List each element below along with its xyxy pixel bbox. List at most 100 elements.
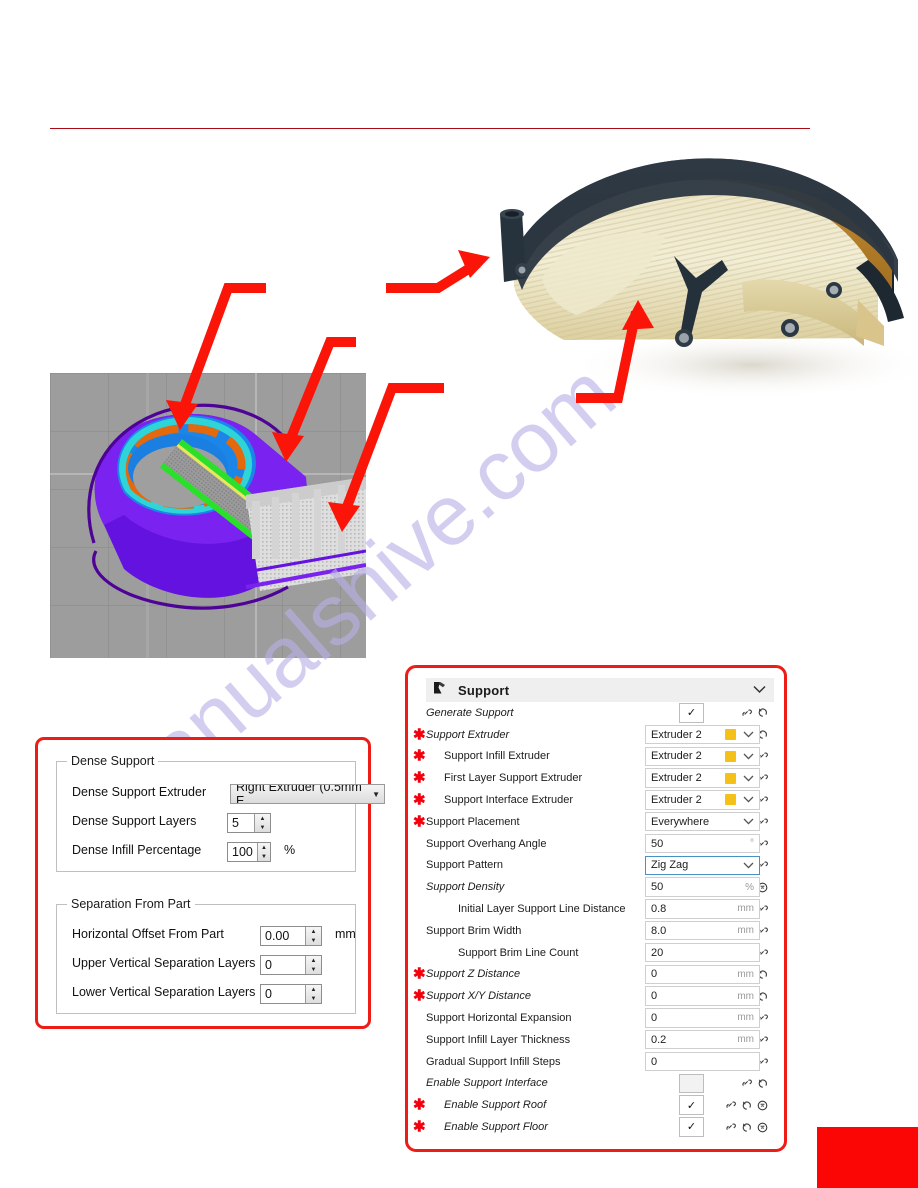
support-setting-label: Support Overhang Angle <box>426 837 547 850</box>
dense-support-group-title: Dense Support <box>67 754 159 768</box>
stepper-up-icon[interactable]: ▲ <box>258 843 270 852</box>
dense-support-extruder-combo[interactable]: Right Extruder (0.5mm E ▼ <box>230 784 385 804</box>
setting-value-field[interactable]: 0 mm <box>645 986 760 1006</box>
chevron-down-icon[interactable] <box>743 796 754 803</box>
stepper-buttons[interactable]: ▲ ▼ <box>256 843 270 861</box>
chevron-down-icon[interactable] <box>743 818 754 825</box>
dense-support-layers-stepper[interactable]: 5 ▲ ▼ <box>227 813 271 833</box>
stepper-up-icon[interactable]: ▲ <box>306 985 321 994</box>
setting-dropdown[interactable]: Extruder 2 <box>645 790 760 810</box>
setting-value-text: 0.8 <box>651 902 667 915</box>
stepper-buttons[interactable]: ▲ ▼ <box>305 956 321 974</box>
setting-dropdown[interactable]: Extruder 2 <box>645 768 760 788</box>
extruder-color-swatch <box>725 750 736 762</box>
lower-vertical-separation-stepper[interactable]: 0 ▲ ▼ <box>260 984 322 1004</box>
modified-marker-icon: ✱ <box>413 813 426 831</box>
setting-value-field[interactable]: 0.2 mm <box>645 1029 760 1050</box>
support-setting-row: Support Brim Line Count 20 <box>426 942 774 964</box>
setting-value-field[interactable]: 0 mm <box>645 1008 760 1028</box>
dense-infill-percentage-value[interactable]: 100 <box>228 843 257 861</box>
setting-checkbox[interactable]: ✓ <box>679 1117 704 1137</box>
calculator-icon[interactable] <box>757 1100 768 1111</box>
revert-icon[interactable] <box>741 1100 752 1111</box>
extruder-color-swatch <box>725 729 736 741</box>
support-setting-label: Gradual Support Infill Steps <box>426 1055 561 1068</box>
chevron-down-icon[interactable] <box>753 681 766 699</box>
stepper-down-icon[interactable]: ▼ <box>258 852 270 861</box>
chevron-down-icon[interactable] <box>743 775 754 782</box>
support-setting-row: ✱ Support Z Distance 0 mm <box>413 964 774 986</box>
upper-vertical-separation-row: Upper Vertical Separation Layers <box>72 956 255 970</box>
printed-part-illustration <box>500 158 918 399</box>
upper-vertical-separation-value[interactable]: 0 <box>261 956 305 974</box>
dense-infill-percentage-row: Dense Infill Percentage <box>72 843 201 857</box>
chevron-down-icon[interactable] <box>743 731 754 738</box>
support-section-title: Support <box>458 682 510 698</box>
setting-dropdown[interactable]: Extruder 2 <box>645 724 760 745</box>
modified-marker-icon: ✱ <box>413 769 426 787</box>
stepper-up-icon[interactable]: ▲ <box>306 956 321 965</box>
setting-value-text: 0 <box>651 1055 658 1068</box>
stepper-buttons[interactable]: ▲ ▼ <box>254 814 270 832</box>
setting-value-field[interactable]: 50 ° <box>645 833 760 854</box>
stepper-buttons[interactable]: ▲ ▼ <box>305 985 321 1003</box>
support-setting-label: Support Extruder <box>426 728 510 741</box>
revert-icon[interactable] <box>757 707 768 718</box>
setting-unit: mm <box>737 903 754 915</box>
setting-value-field[interactable]: 0 mm <box>645 964 760 985</box>
setting-value-text: Extruder 2 <box>651 750 702 763</box>
support-section-header[interactable]: Support <box>426 678 774 702</box>
setting-value-field[interactable]: 0.8 mm <box>645 899 760 919</box>
setting-icons <box>725 1122 774 1133</box>
setting-value-field[interactable]: 0 <box>645 1051 760 1072</box>
stepper-up-icon[interactable]: ▲ <box>255 814 270 823</box>
setting-value-text: Extruder 2 <box>651 728 702 741</box>
upper-vertical-separation-stepper[interactable]: 0 ▲ ▼ <box>260 955 322 975</box>
lower-vertical-separation-row: Lower Vertical Separation Layers <box>72 985 255 999</box>
setting-value-text: 20 <box>651 946 664 959</box>
setting-checkbox[interactable]: ✓ <box>679 703 704 723</box>
stepper-buttons[interactable]: ▲ ▼ <box>305 927 321 945</box>
setting-value-field[interactable]: 50% <box>645 877 760 897</box>
dense-support-dialog: Dense Support Dense Support Extruder Rig… <box>35 737 385 1029</box>
link-icon[interactable] <box>725 1100 736 1110</box>
separation-from-part-group-title: Separation From Part <box>67 897 195 911</box>
support-setting-row: ✱ Support Extruder Extruder 2 <box>413 724 774 746</box>
dense-support-extruder-label: Dense Support Extruder <box>72 785 207 799</box>
chevron-down-icon[interactable] <box>743 862 754 869</box>
setting-checkbox[interactable]: ✓ <box>679 1095 704 1115</box>
modified-marker-icon: ✱ <box>413 987 426 1005</box>
revert-icon[interactable] <box>757 1078 768 1089</box>
setting-unit: % <box>745 881 754 893</box>
revert-icon[interactable] <box>741 1122 752 1133</box>
setting-value-field[interactable]: 20 <box>645 942 760 963</box>
stepper-up-icon[interactable]: ▲ <box>306 927 321 936</box>
support-setting-row: Support Infill Layer Thickness 0.2 mm <box>426 1029 774 1051</box>
slicer-3d-viewport[interactable] <box>50 373 366 658</box>
setting-dropdown[interactable]: Extruder 2 <box>645 746 760 767</box>
chevron-down-icon[interactable] <box>743 753 754 760</box>
setting-dropdown[interactable]: Everywhere <box>645 811 760 832</box>
stepper-down-icon[interactable]: ▼ <box>306 994 321 1003</box>
calculator-icon[interactable] <box>757 1122 768 1133</box>
horizontal-offset-stepper[interactable]: 0.00 ▲ ▼ <box>260 926 322 946</box>
stepper-down-icon[interactable]: ▼ <box>306 936 321 945</box>
link-icon[interactable] <box>741 1078 752 1088</box>
dense-support-layers-value[interactable]: 5 <box>228 814 254 832</box>
link-icon[interactable] <box>725 1122 736 1132</box>
horizontal-offset-value[interactable]: 0.00 <box>261 927 305 945</box>
support-settings-rows: Generate Support ✓ ✱ Support Extruder Extrud… <box>413 702 774 1138</box>
setting-value-field[interactable]: 8.0 mm <box>645 920 760 941</box>
support-blocker-glyph <box>434 681 445 693</box>
dense-support-extruder-value: Right Extruder (0.5mm E <box>236 784 362 804</box>
dense-infill-percentage-stepper[interactable]: 100 ▲ ▼ <box>227 842 271 862</box>
link-icon[interactable] <box>741 708 752 718</box>
lower-vertical-separation-value[interactable]: 0 <box>261 985 305 1003</box>
stepper-down-icon[interactable]: ▼ <box>255 823 270 832</box>
support-setting-row: Support Density 50% <box>426 876 774 898</box>
horizontal-offset-label: Horizontal Offset From Part <box>72 927 224 941</box>
stepper-down-icon[interactable]: ▼ <box>306 965 321 974</box>
setting-checkbox[interactable] <box>679 1073 704 1094</box>
setting-dropdown[interactable]: Zig Zag <box>645 855 760 876</box>
support-setting-label: Support Horizontal Expansion <box>426 1012 572 1025</box>
